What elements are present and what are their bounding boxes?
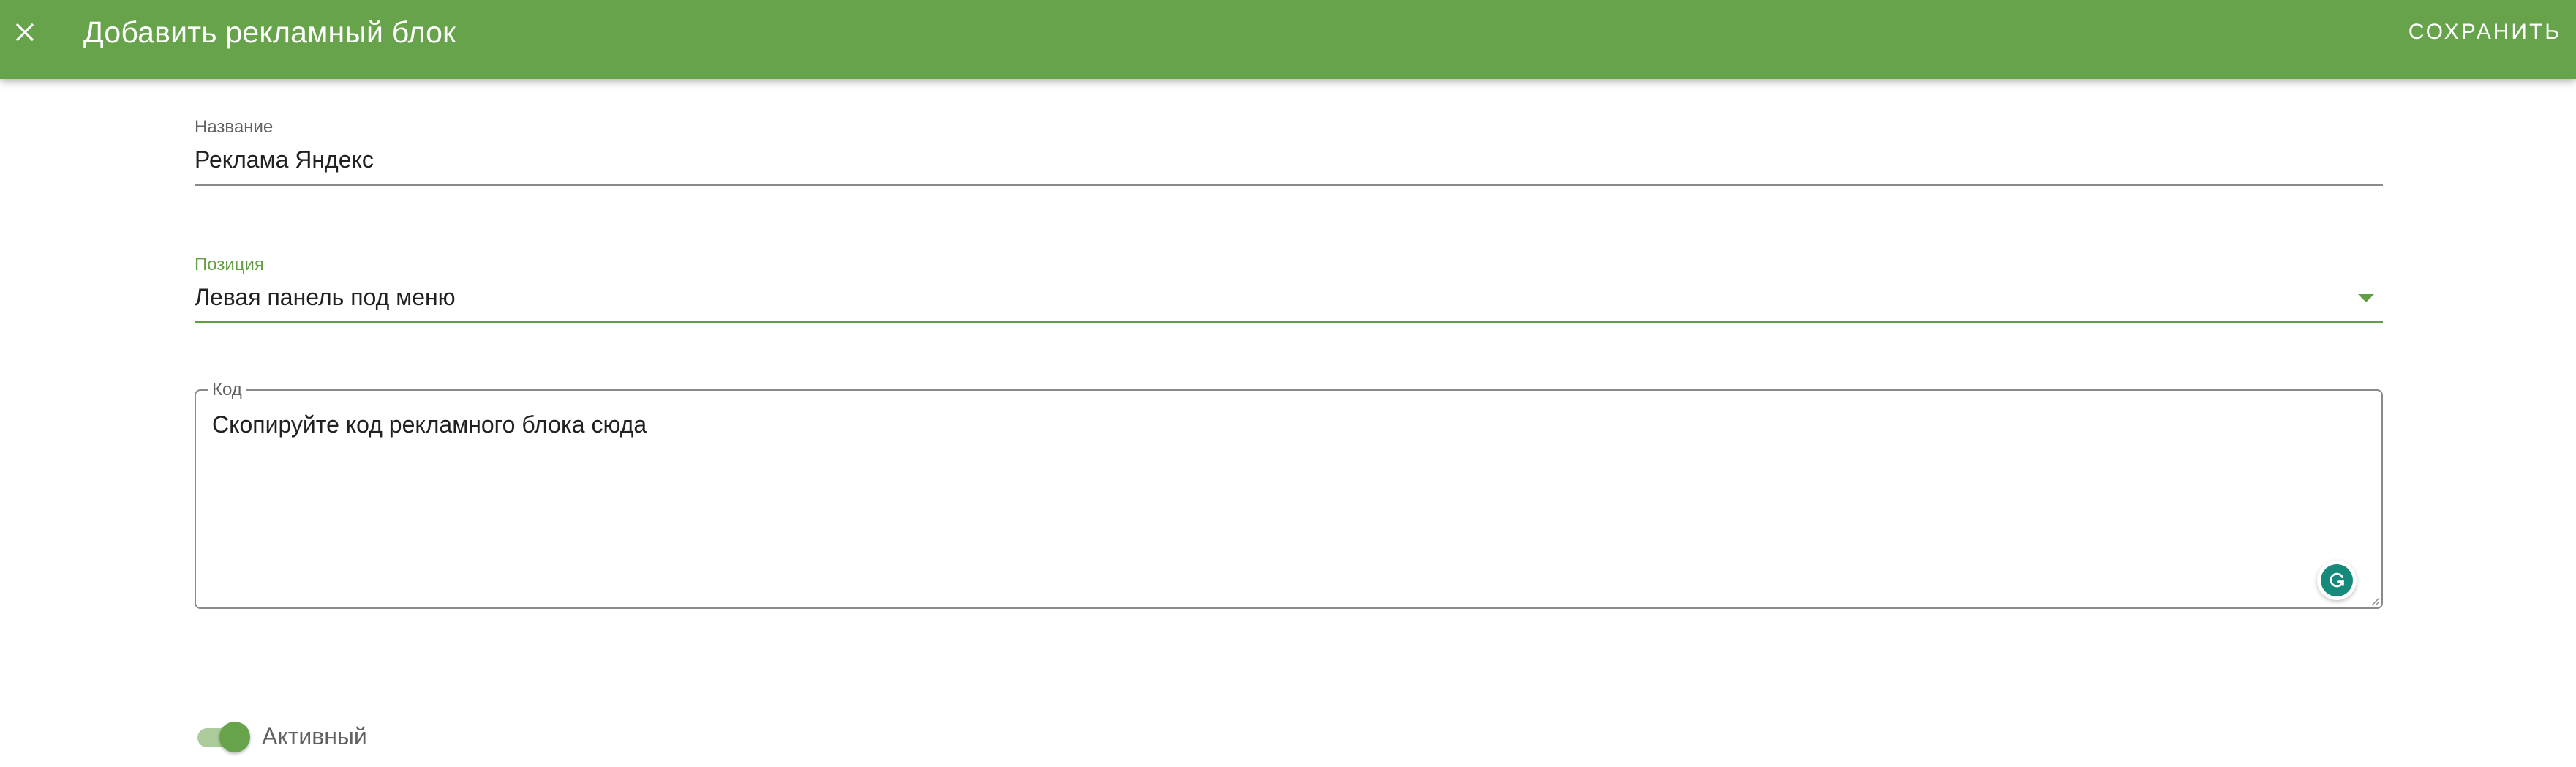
close-button[interactable] (4, 13, 45, 54)
resize-handle-icon[interactable] (2370, 596, 2380, 606)
code-textarea[interactable]: Код Скопируйте код рекламного блока сюда (195, 380, 2383, 609)
name-input[interactable]: Реклама Яндекс (195, 145, 374, 174)
name-label: Название (195, 117, 274, 137)
active-toggle-row[interactable]: Активный (196, 717, 367, 755)
code-placeholder[interactable]: Скопируйте код рекламного блока сюда (212, 410, 647, 439)
page-title: Добавить рекламный блок (83, 15, 456, 49)
save-button[interactable]: СОХРАНИТЬ (2403, 16, 2567, 48)
position-label: Позиция (195, 255, 264, 274)
active-toggle[interactable] (196, 719, 252, 753)
position-selected-value[interactable]: Левая панель под меню (195, 283, 456, 312)
position-select[interactable]: Позиция Левая панель под меню (195, 255, 2383, 325)
name-field[interactable]: Название Реклама Яндекс (195, 117, 2383, 187)
grammarly-icon (2321, 564, 2353, 596)
active-label: Активный (262, 723, 367, 749)
grammarly-button[interactable] (2317, 561, 2357, 600)
close-icon (12, 20, 37, 48)
dropdown-arrow-icon[interactable] (2358, 294, 2374, 302)
name-underline (195, 184, 2383, 186)
toggle-thumb[interactable] (219, 722, 250, 752)
position-underline (195, 321, 2383, 323)
app-bar: Добавить рекламный блок СОХРАНИТЬ (0, 0, 2576, 79)
code-label: Код (208, 380, 246, 400)
